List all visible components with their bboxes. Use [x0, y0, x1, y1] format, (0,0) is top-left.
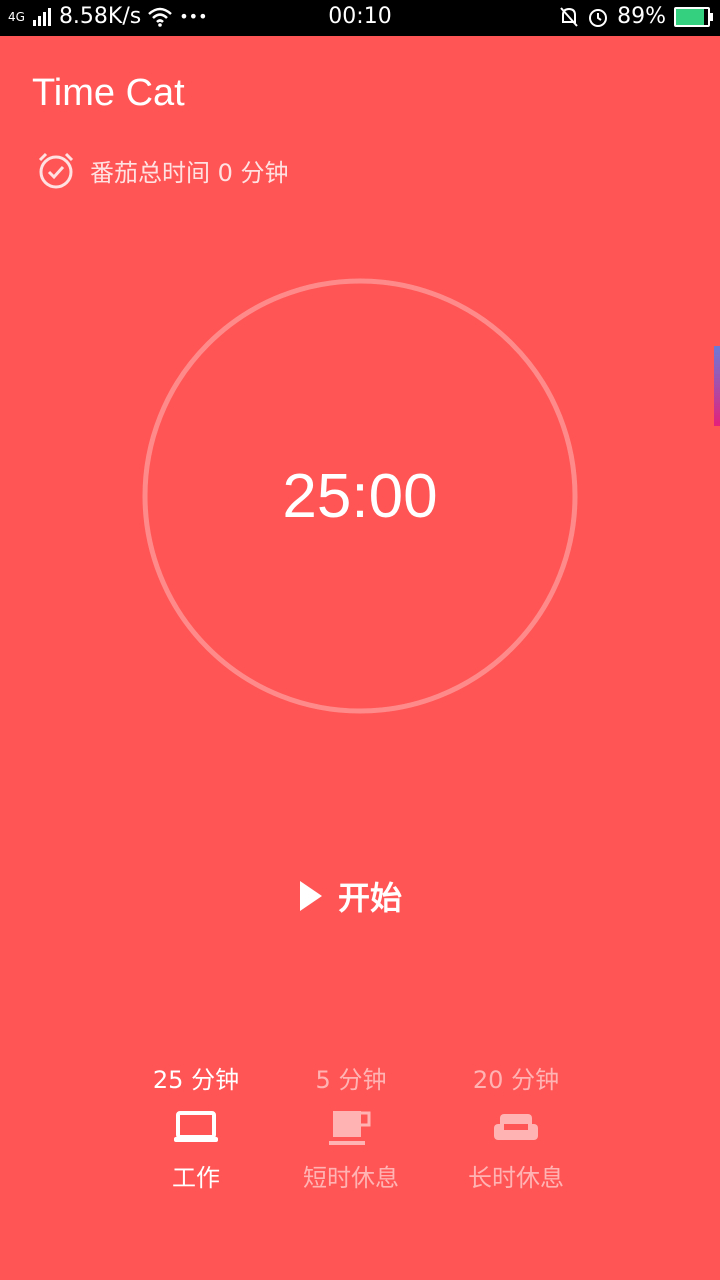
battery-percent: 89% [617, 4, 666, 29]
pomodoro-summary: 番茄总时间 0 分钟 [36, 150, 289, 190]
summary-text: 番茄总时间 0 分钟 [90, 158, 289, 187]
mode-work[interactable]: 25 分钟 工作 [111, 1060, 281, 1193]
side-edge-handle[interactable] [714, 346, 720, 426]
start-label: 开始 [338, 879, 403, 917]
alarm-check-icon [38, 152, 74, 189]
mode-duration: 25 分钟 [152, 1066, 240, 1094]
battery-icon [674, 6, 713, 27]
coffee-cup-icon [329, 1111, 371, 1145]
play-icon [300, 881, 322, 911]
status-right: 89% [559, 4, 713, 29]
mode-short-break[interactable]: 5 分钟 短时休息 [266, 1060, 436, 1193]
app-title: Time Cat [32, 72, 185, 114]
mode-duration: 5 分钟 [315, 1066, 387, 1094]
timer-ring[interactable]: 25:00 [142, 278, 578, 714]
mode-duration: 20 分钟 [472, 1066, 560, 1094]
mute-bell-icon [560, 6, 578, 27]
laptop-icon [174, 1111, 218, 1142]
sofa-icon [494, 1114, 538, 1140]
mode-label: 工作 [172, 1164, 220, 1192]
mode-selector: 25 分钟 工作 5 分钟 短时休息 20 分钟 长时休息 [0, 1060, 720, 1220]
mode-label: 长时休息 [468, 1164, 564, 1192]
status-bar: 4G 8.58K/s ••• 00:10 89% [0, 0, 720, 36]
timer-display: 25:00 [282, 461, 438, 531]
start-button[interactable]: 开始 [300, 868, 440, 924]
mode-label: 短时休息 [303, 1164, 399, 1192]
alarm-icon [589, 8, 608, 27]
mode-long-break[interactable]: 20 分钟 长时休息 [431, 1060, 601, 1193]
